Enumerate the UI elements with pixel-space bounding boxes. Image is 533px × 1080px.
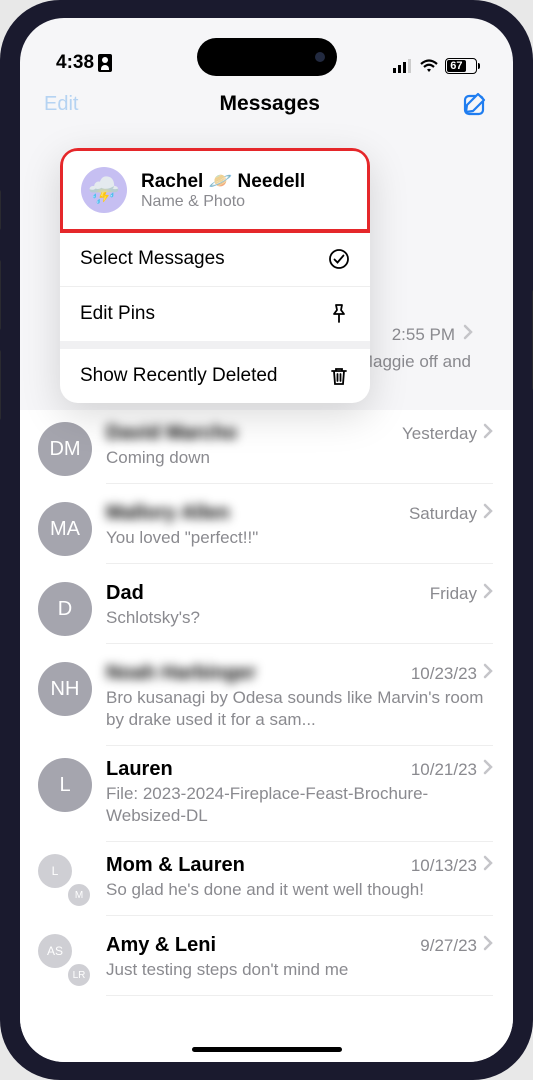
conversation-preview: So glad he's done and it went well thoug… [106,879,493,901]
profile-subtitle: Name & Photo [141,193,305,211]
conversation-name: David Marcho [106,422,237,445]
conversation-time: 10/21/23 [411,759,493,780]
battery-icon: 67 [445,58,477,74]
chevron-right-icon [463,324,473,345]
conversation-name: Mallory Allen [106,502,230,525]
avatar: NH [38,662,92,716]
conversation-name: Dad [106,582,144,605]
conversation-name: Amy & Leni [106,934,216,957]
cellular-signal-icon [393,59,413,73]
conversation-preview: Schlotsky's? [106,607,493,629]
conversation-row[interactable]: ASLR Amy & Leni 9/27/23 Just testing steps… [20,922,513,1002]
conversation-row[interactable]: DM David Marcho Yesterday Coming down [20,410,513,490]
conversation-preview: Coming down [106,447,493,469]
avatar-group: LM [38,854,92,908]
select-messages-item[interactable]: Select Messages [60,232,370,286]
conversation-preview: You loved "perfect!!" [106,527,493,549]
chevron-right-icon [483,855,493,876]
conversation-name: Mom & Lauren [106,854,245,877]
conversation-time: 10/13/23 [411,855,493,876]
profile-avatar: ⛈️ [81,167,127,213]
conversation-time: Saturday [409,503,493,524]
compose-icon [461,90,489,118]
conversation-row[interactable]: L Lauren 10/21/23 File: 2023-2024-Fireplac… [20,746,513,842]
conversation-row[interactable]: D Dad Friday Schlotsky's? [20,570,513,650]
conversation-row[interactable]: NH Noah Harbinger 10/23/23 Bro kusanagi by… [20,650,513,746]
nav-bar: Edit Messages [20,78,513,134]
chevron-right-icon [483,663,493,684]
check-circle-icon [328,248,350,270]
trash-icon [328,365,350,387]
edit-pins-item[interactable]: Edit Pins [60,286,370,341]
chevron-right-icon [483,759,493,780]
conversation-time: Friday [430,583,493,604]
avatar: DM [38,422,92,476]
status-time: 4:38 [56,52,94,74]
conversation-time: 9/27/23 [420,935,493,956]
profile-row[interactable]: ⛈️ Rachel 🪐 Needell Name & Photo [60,148,370,233]
conversation-time: Yesterday [402,423,493,444]
page-title: Messages [220,92,320,116]
conversation-row[interactable]: MA Mallory Allen Saturday You loved "perfe… [20,490,513,570]
conversation-time: 2:55 PM [392,325,455,345]
avatar: D [38,582,92,636]
avatar: L [38,758,92,812]
conversation-preview: File: 2023-2024-Fireplace-Feast-Brochure… [106,783,493,827]
dynamic-island [197,38,337,76]
conversation-row[interactable]: LM Mom & Lauren 10/13/23 So glad he's done… [20,842,513,922]
chevron-right-icon [483,423,493,444]
conversation-name: Noah Harbinger [106,662,256,685]
avatar-group: ASLR [38,934,92,988]
compose-button[interactable] [461,90,489,118]
chevron-right-icon [483,935,493,956]
chevron-right-icon [483,583,493,604]
pin-icon [328,303,350,325]
screen: 4:38 67 Edit Messages [20,18,513,1062]
phone-frame: 4:38 67 Edit Messages [0,0,533,1080]
conversation-list[interactable]: DM David Marcho Yesterday Coming down MA Mal… [20,410,513,1062]
chevron-right-icon [483,503,493,524]
home-indicator[interactable] [192,1047,342,1052]
conversation-time: 10/23/23 [411,663,493,684]
conversation-name: Lauren [106,758,173,781]
show-recently-deleted-item[interactable]: Show Recently Deleted [60,349,370,403]
contact-card-icon [98,54,112,72]
edit-button[interactable]: Edit [44,93,78,116]
profile-name: Rachel 🪐 Needell [141,169,305,193]
edit-popover: ⛈️ Rachel 🪐 Needell Name & Photo Select … [60,148,370,403]
conversation-preview: Bro kusanagi by Odesa sounds like Marvin… [106,687,493,731]
avatar: MA [38,502,92,556]
conversation-preview: Just testing steps don't mind me [106,959,493,981]
wifi-icon [419,59,439,73]
